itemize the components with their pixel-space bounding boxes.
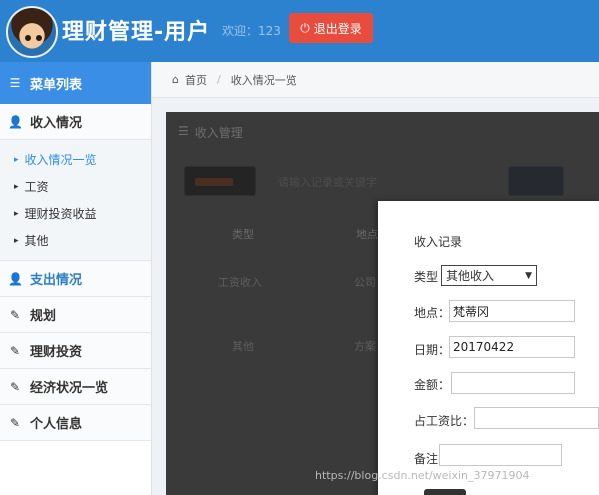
breadcrumb-separator: /: [216, 73, 221, 86]
sidebar-item-label: 规划: [30, 309, 57, 324]
search-button[interactable]: [508, 166, 564, 196]
home-icon: ⌂: [172, 73, 179, 86]
add-record-button[interactable]: [184, 166, 256, 196]
salary-ratio-field[interactable]: [474, 407, 599, 429]
sidebar-item-label: 理财投资: [30, 345, 83, 360]
caret-right-icon: ▸: [14, 235, 19, 246]
edit-icon: ✎: [9, 415, 21, 430]
sidebar-item-label: 个人信息: [30, 417, 83, 432]
date-label: 日期：: [414, 343, 451, 357]
submenu-income-overview[interactable]: ▸ 收入情况一览: [0, 146, 151, 173]
menu-header: ☰ 菜单列表: [0, 62, 151, 104]
breadcrumb-home[interactable]: 首页: [185, 72, 207, 88]
caret-right-icon: ▸: [14, 154, 19, 165]
submenu-salary[interactable]: ▸ 工资: [0, 173, 151, 200]
sidebar-item-expense[interactable]: 👤 支出情况: [0, 261, 151, 297]
sidebar: ☰ 菜单列表 👤 收入情况 ▸ 收入情况一览 ▸ 工资 ▸ 理财投资收益 ▸ 其…: [0, 62, 152, 495]
submenu-investment-income[interactable]: ▸ 理财投资收益: [0, 200, 151, 227]
submenu-label: 收入情况一览: [24, 153, 97, 167]
submenu-label: 其他: [24, 234, 49, 248]
note-field[interactable]: [439, 444, 562, 466]
column-header-type: 类型: [232, 228, 254, 241]
submenu-other[interactable]: ▸ 其他: [0, 227, 151, 254]
sidebar-item-label: 经济状况一览: [30, 381, 109, 396]
amount-field[interactable]: [451, 372, 575, 394]
sidebar-item-label: 支出情况: [30, 273, 83, 288]
app-title: 理财管理-用户: [62, 20, 211, 45]
income-submenu: ▸ 收入情况一览 ▸ 工资 ▸ 理财投资收益 ▸ 其他: [0, 140, 151, 261]
submenu-label: 理财投资收益: [24, 207, 97, 221]
user-icon: 👤: [8, 271, 23, 286]
menu-title: 菜单列表: [30, 77, 83, 93]
user-avatar: [6, 6, 58, 58]
edit-icon: ✎: [9, 343, 21, 358]
list-icon: ☰: [178, 124, 189, 138]
submenu-label: 工资: [24, 180, 49, 194]
edit-icon: ✎: [9, 379, 21, 394]
sidebar-item-investment[interactable]: ✎ 理财投资: [0, 333, 151, 369]
table-cell: 方案: [354, 340, 376, 353]
sidebar-item-planning[interactable]: ✎ 规划: [0, 297, 151, 333]
amount-label: 金额：: [414, 378, 451, 392]
search-input[interactable]: 请输入记录或关键字: [278, 174, 377, 190]
panel-title: ☰ 收入管理: [178, 124, 243, 141]
edit-icon: ✎: [9, 307, 21, 322]
breadcrumb-current: 收入情况一览: [230, 73, 297, 87]
table-cell: 其他: [232, 340, 254, 353]
type-select[interactable]: 其他收入 ▼: [441, 265, 537, 286]
chevron-down-icon: ▼: [525, 270, 532, 281]
user-icon: 👤: [8, 114, 23, 129]
power-icon: ⏻: [300, 20, 310, 35]
type-label: 类型: [414, 270, 439, 284]
sidebar-item-label: 收入情况: [30, 116, 83, 131]
caret-right-icon: ▸: [14, 181, 19, 192]
list-icon: ☰: [9, 76, 21, 90]
welcome-text: 欢迎：123: [222, 24, 281, 38]
caret-right-icon: ▸: [14, 208, 19, 219]
sidebar-item-profile[interactable]: ✎ 个人信息: [0, 405, 151, 441]
date-field[interactable]: 20170422: [449, 336, 575, 358]
table-cell: 工资收入: [218, 276, 262, 289]
avatar-eye-right: [36, 35, 42, 41]
avatar-eye-left: [25, 35, 31, 41]
salary-ratio-label: 占工资比：: [414, 414, 475, 428]
type-select-value: 其他收入: [446, 269, 495, 283]
panel-title-text: 收入管理: [194, 126, 243, 140]
note-label: 备注: [414, 452, 439, 466]
location-label: 地点：: [414, 306, 451, 320]
breadcrumb: ⌂ 首页 / 收入情况一览: [152, 62, 599, 98]
dialog-submit-button[interactable]: [424, 489, 466, 495]
logout-button[interactable]: ⏻ 退出登录: [289, 13, 373, 43]
watermark-text: https://blog.csdn.net/weixin_37971904: [315, 469, 530, 482]
sidebar-item-income[interactable]: 👤 收入情况: [0, 104, 151, 140]
sidebar-item-economy-overview[interactable]: ✎ 经济状况一览: [0, 369, 151, 405]
dialog-title: 收入记录: [414, 235, 463, 249]
table-cell: 公司: [354, 276, 376, 289]
top-header: 理财管理-用户 欢迎：123 ⏻ 退出登录: [0, 0, 599, 62]
logout-label: 退出登录: [313, 21, 362, 36]
location-field[interactable]: 梵蒂冈: [449, 300, 575, 322]
column-header-location: 地点: [356, 228, 378, 241]
